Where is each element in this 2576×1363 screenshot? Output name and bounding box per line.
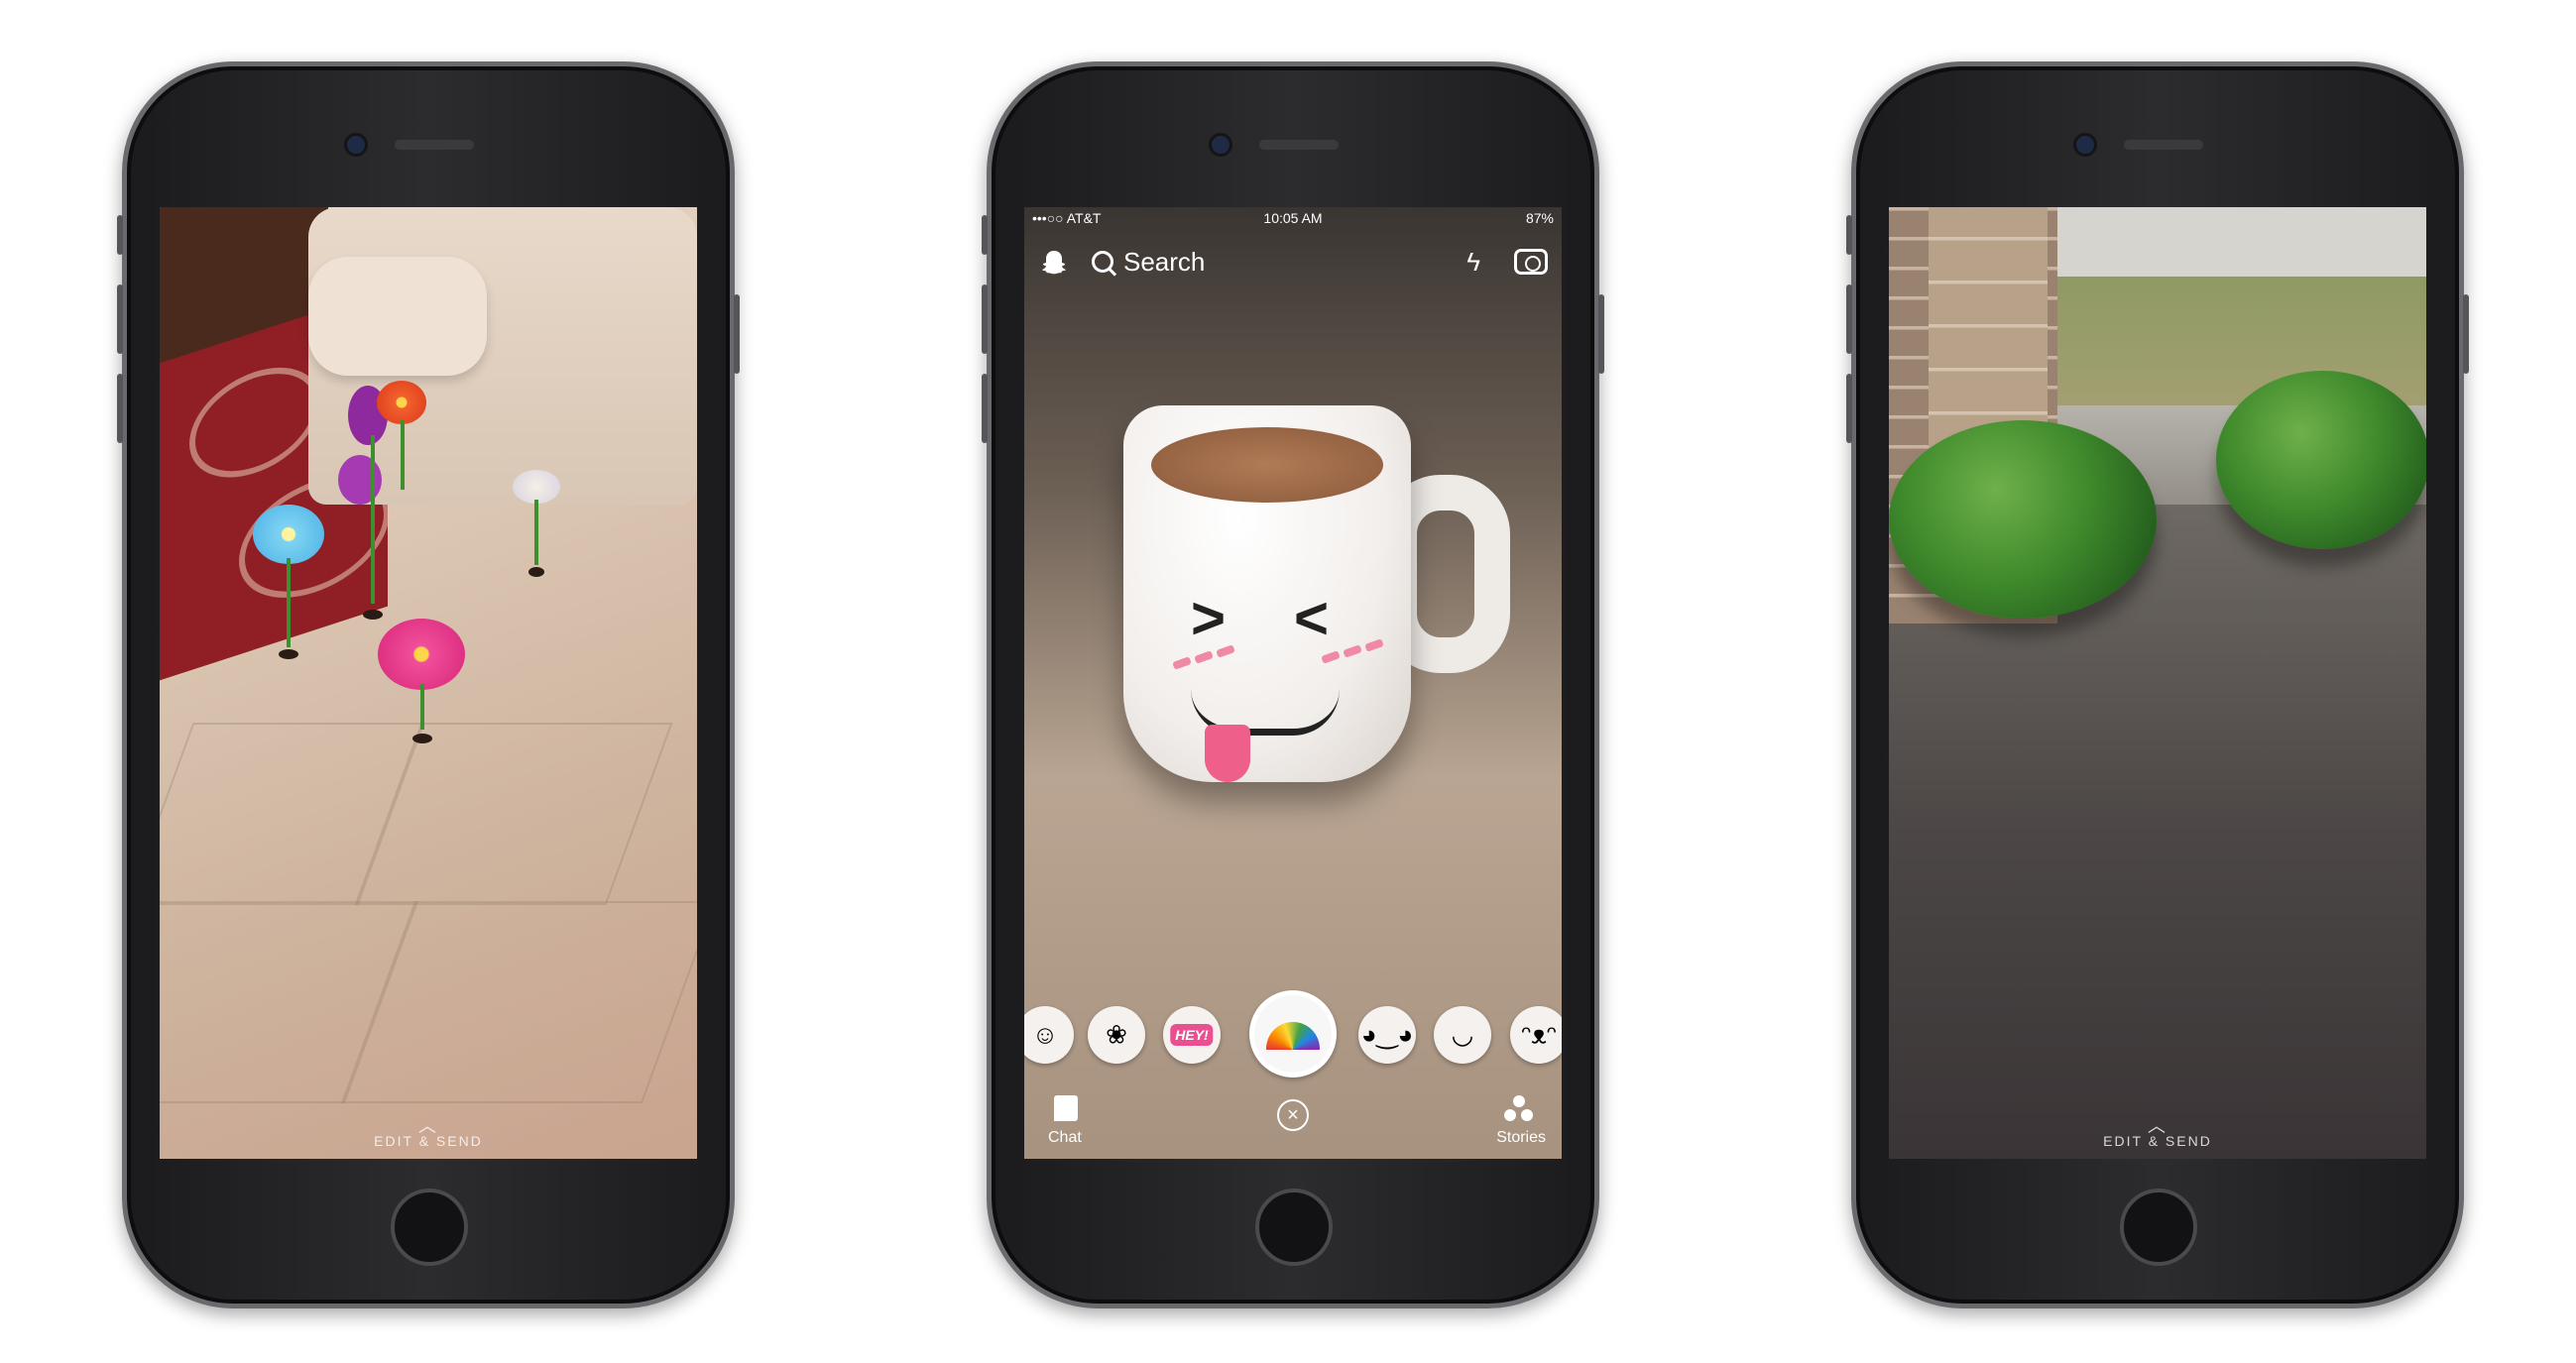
bottom-bar: Chat × Stories: [1024, 1089, 1562, 1159]
right-eye: <: [1294, 585, 1330, 651]
home-button[interactable]: [1255, 1189, 1333, 1266]
mute-switch: [117, 215, 123, 255]
power-button: [734, 294, 740, 374]
lens-hey[interactable]: HEY!: [1163, 1006, 1221, 1064]
camera-flip-icon[interactable]: [1514, 249, 1548, 275]
volume-down-button: [982, 374, 988, 443]
front-camera: [2076, 136, 2094, 154]
flower-pink: [378, 619, 467, 747]
volume-up-button: [117, 284, 123, 354]
screen-mug-lens[interactable]: •••○○ AT&T 10:05 AM 87% Search ϟ > < ☺ ❀: [1024, 207, 1562, 1159]
power-button: [2463, 294, 2469, 374]
flower-white: [507, 470, 566, 579]
chat-label[interactable]: Chat: [1048, 1129, 1082, 1147]
search-label[interactable]: Search: [1123, 247, 1205, 278]
volume-down-button: [117, 374, 123, 443]
dog-face-icon: ◕‿◕: [1360, 1019, 1414, 1050]
sidewalk: [2038, 207, 2426, 277]
mug-tongue: [1205, 725, 1250, 782]
girl-face-icon: ☺: [1031, 1019, 1059, 1050]
edit-send-caption[interactable]: ︿ EDIT & SEND: [160, 1116, 697, 1149]
front-camera: [347, 136, 365, 154]
top-bar: Search ϟ: [1024, 241, 1562, 286]
search-icon[interactable]: [1092, 251, 1113, 273]
flower-blue: [249, 505, 328, 663]
mug-coffee: [1151, 427, 1383, 503]
stone-column: [1929, 207, 2048, 455]
lens-girl-face[interactable]: ☺: [1024, 1006, 1074, 1064]
battery-label: 87%: [1525, 210, 1554, 226]
phone-middle: •••○○ AT&T 10:05 AM 87% Search ϟ > < ☺ ❀: [982, 61, 1604, 1308]
flash-off-icon[interactable]: ϟ: [1466, 247, 1480, 278]
earpiece-speaker: [2124, 140, 2203, 150]
earpiece-speaker: [395, 140, 474, 150]
stories-icon[interactable]: [1504, 1095, 1534, 1123]
phone-left: ︿ EDIT & SEND: [117, 61, 740, 1308]
stories-label[interactable]: Stories: [1496, 1129, 1546, 1147]
lens-bunny-face[interactable]: ᵔᴥᵔ: [1510, 1006, 1562, 1064]
armchair-cushion: [308, 257, 487, 376]
bush-right: [2216, 371, 2426, 549]
left-eye: >: [1191, 585, 1227, 651]
lens-carousel: ☺ ❀ HEY! ◕‿◕ ◡ ᵔᴥᵔ: [1024, 990, 1562, 1089]
chat-icon[interactable]: [1054, 1095, 1078, 1121]
volume-up-button: [1846, 284, 1852, 354]
clock: 10:05 AM: [1263, 210, 1323, 226]
home-button[interactable]: [2120, 1189, 2197, 1266]
power-button: [1598, 294, 1604, 374]
screen-bushes[interactable]: ︿ EDIT & SEND: [1889, 207, 2426, 1159]
mute-switch: [982, 215, 988, 255]
home-button[interactable]: [391, 1189, 468, 1266]
flower-crown-face-icon: ❀: [1106, 1019, 1127, 1050]
ghost-icon[interactable]: [1040, 249, 1068, 277]
rainbow-icon: [1266, 1021, 1320, 1050]
volume-down-button: [1846, 374, 1852, 443]
phone-right: ︿ EDIT & SEND: [1846, 61, 2469, 1308]
status-bar: •••○○ AT&T 10:05 AM 87%: [1024, 207, 1562, 229]
flower-orange: [373, 381, 432, 500]
bush-left: [1889, 420, 2157, 619]
bunny-face-icon: ᵔᴥᵔ: [1521, 1019, 1557, 1050]
lens-flower-crown[interactable]: ❀: [1088, 1006, 1145, 1064]
lens-smile-face[interactable]: ◡: [1434, 1006, 1491, 1064]
mute-switch: [1846, 215, 1852, 255]
close-lens-icon[interactable]: ×: [1277, 1099, 1309, 1131]
front-camera: [1212, 136, 1229, 154]
lens-rainbow-selected[interactable]: [1249, 990, 1337, 1078]
hey-badge-icon: HEY!: [1170, 1024, 1214, 1046]
screen-flowers[interactable]: ︿ EDIT & SEND: [160, 207, 697, 1159]
chevron-up-icon: ︿: [2148, 1116, 2167, 1136]
edit-send-caption[interactable]: ︿ EDIT & SEND: [1889, 1116, 2426, 1149]
volume-up-button: [982, 284, 988, 354]
lens-dog-face[interactable]: ◕‿◕: [1358, 1006, 1416, 1064]
smile-face-icon: ◡: [1451, 1019, 1474, 1050]
chevron-up-icon: ︿: [418, 1116, 438, 1136]
earpiece-speaker: [1259, 140, 1339, 150]
